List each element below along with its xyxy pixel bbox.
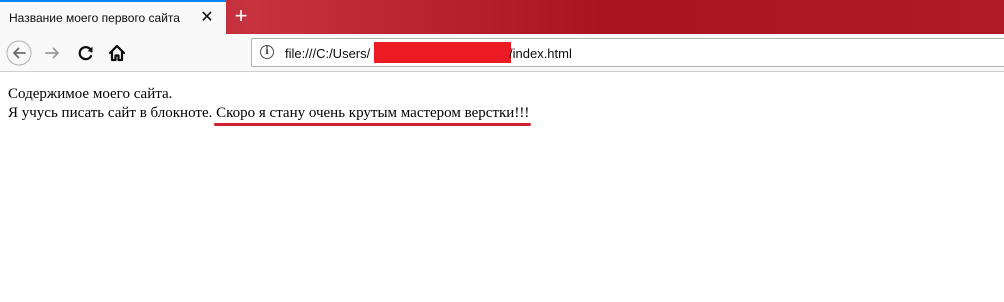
reload-button[interactable]	[73, 40, 99, 66]
tab-title: Название моего первого сайта	[9, 11, 180, 25]
content-line-2: Я учусь писать сайт в блокноте. Скоро я …	[8, 104, 988, 126]
home-button[interactable]	[104, 40, 130, 66]
forward-button[interactable]	[40, 40, 66, 66]
active-tab[interactable]: Название моего первого сайта ✕	[0, 0, 226, 34]
url-path-prefix: file:///C:/Users/	[285, 46, 371, 61]
navigation-toolbar: i file:///C:/Users/ /index.html	[0, 34, 1004, 72]
red-underline-annotation	[214, 123, 532, 126]
back-arrow-icon	[6, 40, 32, 66]
content-line-2-text: Я учусь писать сайт в блокноте.	[8, 105, 217, 121]
reload-icon	[78, 46, 93, 61]
home-icon	[108, 44, 126, 62]
new-tab-button[interactable]: +	[229, 4, 253, 28]
address-bar[interactable]: i file:///C:/Users/ /index.html	[251, 38, 1004, 67]
content-line-1: Содержимое моего сайта.	[8, 86, 173, 102]
underlined-phrase: Скоро я стану очень крутым мастером верс…	[214, 105, 532, 126]
underlined-phrase-text: Скоро я стану очень крутым мастером верс…	[216, 105, 530, 121]
site-info-icon[interactable]: i	[260, 45, 274, 59]
forward-arrow-icon	[45, 47, 59, 59]
tab-close-icon[interactable]: ✕	[199, 9, 215, 27]
browser-titlebar: Название моего первого сайта ✕ +	[0, 0, 1004, 34]
redaction-box	[374, 42, 511, 63]
back-button[interactable]	[6, 40, 32, 66]
page-content: Содержимое моего сайта. Я учусь писать с…	[8, 85, 988, 126]
url-path-suffix: /index.html	[509, 46, 572, 61]
